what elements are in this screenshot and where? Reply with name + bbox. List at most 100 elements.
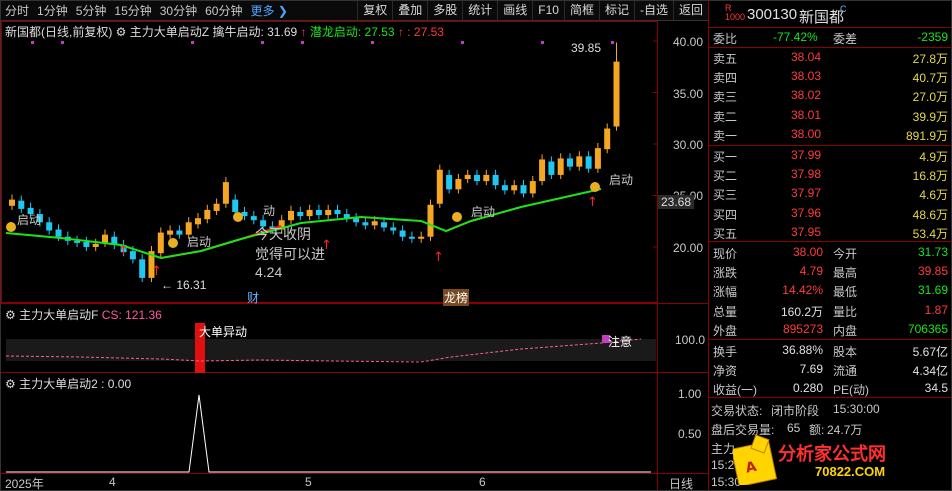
candle-body	[232, 199, 239, 212]
up-arrow-icon-2: ↑	[397, 25, 404, 39]
candle-body	[567, 158, 573, 167]
signal-dot	[191, 41, 194, 44]
longhu-tag[interactable]: 龙榜	[443, 289, 470, 306]
indicator-name[interactable]: 主力大单启动Z	[130, 25, 209, 39]
stat2-value: 7.69	[799, 362, 823, 376]
money-bag-icon	[233, 212, 243, 222]
ask-row[interactable]: 卖三 38.02 27.0万	[709, 86, 951, 105]
logo-text: 分析家公式网	[778, 444, 886, 465]
big-order-tag: 大单异动	[199, 325, 248, 339]
candle-body	[446, 174, 453, 190]
ql2-label: : 27.53	[407, 25, 444, 39]
panel3-title[interactable]: 主力大单启动2 : 0.00	[19, 377, 131, 391]
qidong-label-2: 启动	[187, 235, 212, 249]
bid-volume: 48.6万	[912, 207, 948, 222]
panel2-gear-icon[interactable]: ⚙	[5, 308, 16, 322]
mark-button[interactable]: 标记	[598, 1, 634, 21]
ask-row[interactable]: 卖五 38.04 27.8万	[709, 48, 951, 67]
simple-frame-button[interactable]: 简框	[563, 1, 599, 21]
stat-label: 总量	[713, 304, 738, 319]
candle-body	[492, 174, 499, 186]
candle-body	[18, 200, 25, 209]
bid-label: 买五	[713, 226, 738, 241]
panel2-title[interactable]: 主力大单启动F	[19, 308, 98, 322]
kline-chart-svg[interactable]: ↑ ↑ ↑ ↑ ↑	[1, 21, 708, 491]
qidong-label-3: 启动	[471, 205, 496, 219]
overlay-button[interactable]: 叠加	[392, 1, 427, 21]
indicator-gear-icon[interactable]: ⚙	[116, 25, 127, 39]
ask-row[interactable]: 卖二 38.01 39.9万	[709, 106, 951, 125]
price-gridlines	[653, 40, 657, 248]
time-label-may: 5	[305, 475, 312, 489]
more-periods-button[interactable]: 更多 ❯	[246, 2, 291, 19]
period-tab-1min[interactable]: 1分钟	[33, 2, 72, 19]
chart-area[interactable]: ↑ ↑ ↑ ↑ ↑ 新国都(日线,前复权) ⚙ 主力大单启动Z 擒牛启动: 31.69 …	[1, 21, 708, 491]
fuquan-button[interactable]: 复权	[357, 1, 392, 21]
candle-body	[167, 230, 174, 235]
money-bag-icon	[452, 212, 462, 222]
candle-body	[92, 243, 99, 247]
tick-list-header: 主力	[711, 442, 736, 456]
dong-label: 动	[263, 204, 276, 218]
stat2-label: 净资	[713, 364, 738, 378]
candle-body	[557, 158, 564, 175]
bid-row[interactable]: 买三 37.97 4.6万	[709, 184, 951, 203]
period-label[interactable]: 日线	[669, 475, 693, 490]
finance-tag[interactable]: 财	[247, 289, 259, 306]
time-label-jun: 6	[479, 475, 486, 489]
candle-body	[381, 222, 387, 228]
remove-watchlist-button[interactable]: -自选	[633, 1, 673, 21]
stat2-row: 净资 7.69 流通 4.34亿	[709, 360, 951, 379]
stat2-label: 收益(一)	[713, 383, 757, 397]
candle-body	[315, 209, 322, 216]
toolbar-buttons: 复权 叠加 多股 统计 画线 F10 简框 标记 -自选 返回	[357, 1, 708, 21]
stat-label-2: 今开	[833, 247, 858, 261]
candle-body	[362, 222, 369, 226]
bid-row[interactable]: 买二 37.98 16.8万	[709, 165, 951, 184]
candle-body	[297, 211, 304, 217]
stat-value-2: 31.69	[917, 283, 948, 298]
bid-label: 买三	[713, 188, 738, 203]
stat2-value-2: 4.34亿	[912, 364, 948, 378]
candle-body	[9, 199, 15, 206]
stat-label-2: 最高	[833, 266, 858, 281]
draw-line-button[interactable]: 画线	[497, 1, 532, 21]
period-tab-15min[interactable]: 15分钟	[110, 2, 155, 19]
panel3-gear-icon[interactable]: ⚙	[5, 377, 16, 391]
f10-button[interactable]: F10	[532, 1, 564, 21]
ask-price: 38.00	[791, 126, 822, 141]
weibi-value: -77.42%	[773, 30, 818, 44]
bid-row[interactable]: 买四 37.96 48.6万	[709, 204, 951, 223]
candle-body	[418, 236, 425, 239]
ql-label: 潜龙启动: 27.53	[309, 25, 395, 39]
ask-row[interactable]: 卖四 38.03 40.7万	[709, 67, 951, 86]
ask-row[interactable]: 卖一 38.00 891.9万	[709, 125, 951, 144]
money-bag-icon	[168, 238, 178, 248]
stat-value-2: 39.85	[917, 264, 948, 279]
period-tab-60min[interactable]: 60分钟	[201, 2, 246, 19]
period-tab-fenshi[interactable]: 分时	[1, 2, 33, 19]
bid-row[interactable]: 买五 37.95 53.4万	[709, 223, 951, 242]
stat-label-2: 最低	[833, 285, 858, 300]
candle-body	[436, 169, 443, 204]
bid-price: 37.96	[791, 205, 822, 220]
back-button[interactable]: 返回	[672, 1, 708, 21]
multi-stock-button[interactable]: 多股	[427, 1, 462, 21]
stat2-value-2: 5.67亿	[912, 345, 948, 359]
bid-row[interactable]: 买一 37.99 4.9万	[709, 146, 951, 165]
period-tab-5min[interactable]: 5分钟	[72, 2, 111, 19]
stat-row: 外盘 895273 内盘 706365	[709, 320, 951, 339]
weibi-label: 委比	[713, 32, 738, 46]
candle-body	[511, 185, 518, 191]
period-tab-30min[interactable]: 30分钟	[156, 2, 201, 19]
stat2-label: 换手	[713, 345, 738, 359]
bid-volume: 16.8万	[912, 169, 948, 184]
candle-body	[585, 156, 592, 169]
weicha-value: -2359	[917, 30, 948, 44]
candle-body	[529, 181, 536, 194]
candle-body	[548, 161, 555, 175]
stock-code: 300130	[747, 6, 798, 23]
trade-time: 15:30:00	[833, 402, 880, 416]
up-arrow-icon: ↑	[300, 25, 307, 39]
stats-button[interactable]: 统计	[462, 1, 497, 21]
